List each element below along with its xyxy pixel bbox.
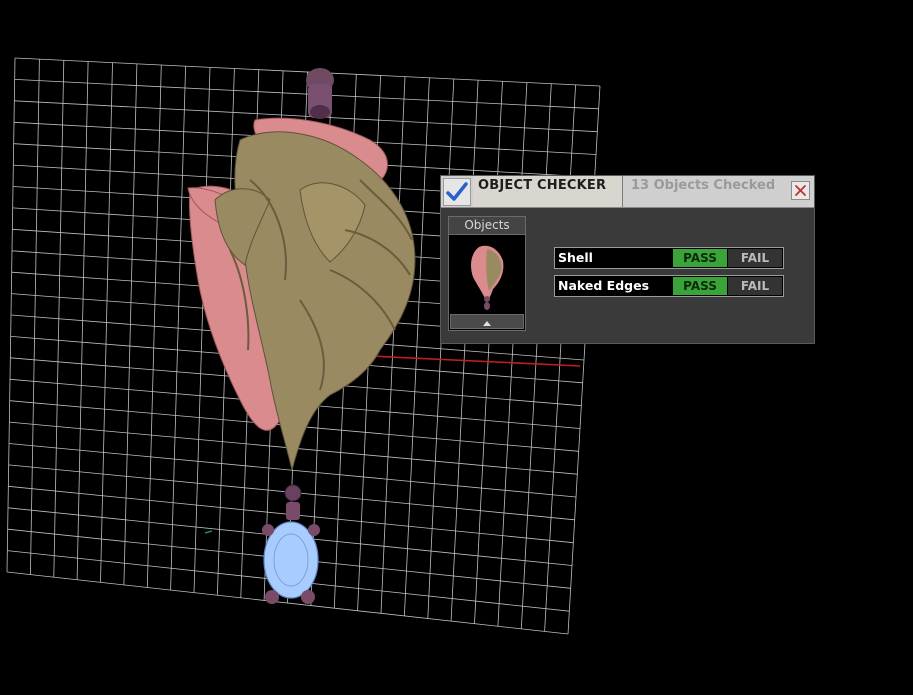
y-axis-tick: [204, 530, 213, 534]
grid-line-vertical: [520, 83, 552, 629]
check-row-shell: Shell PASS FAIL: [554, 247, 784, 269]
pendant-bail: [306, 68, 334, 119]
fail-button[interactable]: FAIL: [728, 249, 782, 267]
object-checker-panel: OBJECT CHECKER 13 Objects Checked Object…: [440, 175, 815, 344]
grid-line-vertical: [427, 78, 455, 619]
check-label: Shell: [558, 250, 593, 265]
check-row-naked-edges: Naked Edges PASS FAIL: [554, 275, 784, 297]
pendant-gem: [262, 521, 320, 604]
grid-line-vertical: [404, 77, 430, 616]
object-checker-title: OBJECT CHECKER: [478, 178, 607, 193]
grid-line-vertical: [474, 81, 503, 624]
fail-button[interactable]: FAIL: [728, 277, 782, 295]
object-checker-tab[interactable]: OBJECT CHECKER: [473, 176, 623, 207]
object-checker-titlebar[interactable]: OBJECT CHECKER 13 Objects Checked: [441, 176, 814, 208]
pendant-connector: [284, 484, 302, 520]
grid-line-vertical: [567, 85, 601, 635]
objects-header: Objects: [449, 217, 525, 235]
grid-line-vertical: [450, 80, 479, 622]
objects-list[interactable]: Objects: [448, 216, 526, 331]
3d-viewport[interactable]: [0, 0, 913, 695]
checkmark-icon: [443, 178, 471, 206]
close-button[interactable]: [791, 181, 810, 200]
object-thumbnail[interactable]: [449, 235, 525, 311]
objects-scroll-up-button[interactable]: [450, 314, 524, 329]
grid-line-vertical: [544, 84, 576, 632]
close-icon: [795, 185, 806, 196]
pass-button[interactable]: PASS: [673, 249, 727, 267]
viewport-scene: [6, 57, 601, 635]
check-label: Naked Edges: [558, 278, 650, 293]
pass-button[interactable]: PASS: [673, 277, 727, 295]
triangle-up-icon: [483, 321, 491, 326]
objects-checked-count: 13 Objects Checked: [631, 178, 776, 193]
grid-line-vertical: [497, 82, 528, 627]
